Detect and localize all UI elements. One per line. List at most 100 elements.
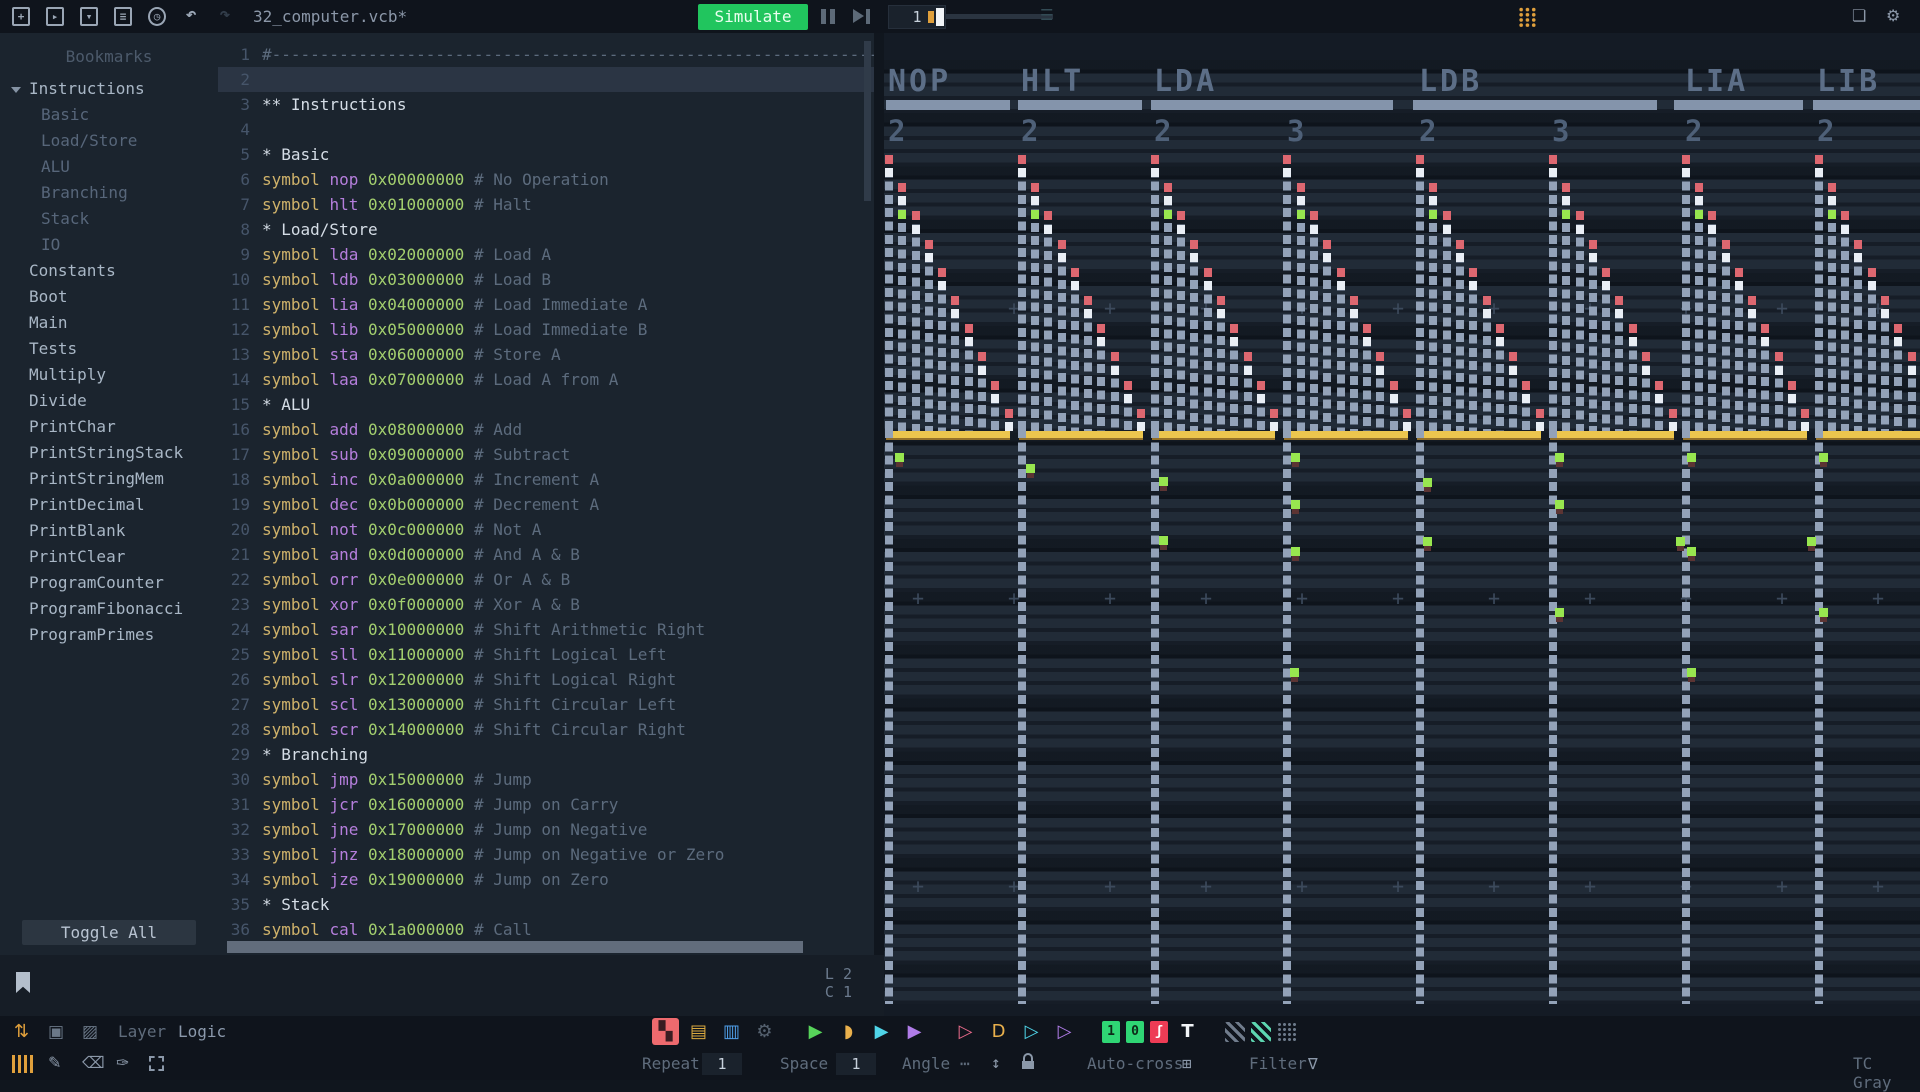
eraser-icon[interactable]: ⌫ xyxy=(82,1053,105,1072)
code-line[interactable]: 23symbol xor 0x0f000000 # Xor A & B xyxy=(218,592,874,617)
code-line[interactable]: 35* Stack xyxy=(218,892,874,917)
code-line[interactable]: 36symbol cal 0x1a000000 # Call xyxy=(218,917,874,942)
code-line[interactable]: 5* Basic xyxy=(218,142,874,167)
save-file-icon[interactable]: ▾ xyxy=(80,7,98,26)
tool-filler-gray[interactable] xyxy=(1225,1022,1245,1042)
code-line[interactable]: 24symbol sar 0x10000000 # Shift Arithmet… xyxy=(218,617,874,642)
toggle-all-button[interactable]: Toggle All xyxy=(22,920,196,945)
simulate-button[interactable]: Simulate xyxy=(698,4,808,30)
sidebar-item-main[interactable]: Main xyxy=(0,310,218,336)
tool-xor-gate[interactable]: ▶ xyxy=(901,1018,928,1045)
code-line[interactable]: 15* ALU xyxy=(218,392,874,417)
tool-nand-gate[interactable]: D xyxy=(985,1018,1012,1045)
code-line[interactable]: 22symbol orr 0x0e000000 # Or A & B xyxy=(218,567,874,592)
sidebar-item-printchar[interactable]: PrintChar xyxy=(0,414,218,440)
code-line[interactable]: 25symbol sll 0x11000000 # Shift Logical … xyxy=(218,642,874,667)
save-as-icon[interactable]: ≡ xyxy=(114,7,132,26)
tool-timer[interactable]: T xyxy=(1174,1018,1201,1045)
wrench-icon[interactable]: ⚙ xyxy=(1886,6,1900,25)
speed-slider-track[interactable] xyxy=(946,14,1053,19)
tool-filler-teal[interactable] xyxy=(1251,1022,1271,1042)
code-line[interactable]: 12symbol lib 0x05000000 # Load Immediate… xyxy=(218,317,874,342)
pause-icon[interactable] xyxy=(821,9,826,24)
angle-value[interactable]: ⋯ xyxy=(960,1054,970,1073)
sidebar-item-tests[interactable]: Tests xyxy=(0,336,218,362)
sidebar-item-programprimes[interactable]: ProgramPrimes xyxy=(0,622,218,648)
code-line[interactable]: 28symbol scr 0x14000000 # Shift Circular… xyxy=(218,717,874,742)
sidebar-item-instructions[interactable]: Instructions xyxy=(0,76,218,102)
sidebar-item-programcounter[interactable]: ProgramCounter xyxy=(0,570,218,596)
layer-alt-view-icon[interactable]: ▨ xyxy=(82,1022,98,1042)
open-file-icon[interactable]: ▸ xyxy=(46,7,64,26)
tool-and-gate[interactable]: ◗ xyxy=(835,1018,862,1045)
code-line[interactable]: 11symbol lia 0x04000000 # Load Immediate… xyxy=(218,292,874,317)
sidebar-item-multiply[interactable]: Multiply xyxy=(0,362,218,388)
code-line[interactable]: 9symbol lda 0x02000000 # Load A xyxy=(218,242,874,267)
tool-edit-traces[interactable]: ▚ xyxy=(652,1018,679,1045)
code-line[interactable]: 33symbol jnz 0x18000000 # Jump on Negati… xyxy=(218,842,874,867)
tool-layers[interactable]: ▤ xyxy=(685,1018,712,1045)
sidebar-item-io[interactable]: IO xyxy=(0,232,218,258)
autocross-icon[interactable]: ⊞ xyxy=(1182,1054,1192,1073)
code-editor[interactable]: 1#--------------------------------------… xyxy=(218,33,874,955)
picker-icon[interactable]: ✑ xyxy=(116,1053,129,1072)
layer-swap-icon[interactable]: ⇅ xyxy=(14,1021,29,1042)
speed-slider-handle[interactable] xyxy=(936,8,944,26)
code-line[interactable]: 18symbol inc 0x0a000000 # Increment A xyxy=(218,467,874,492)
tool-latch-on[interactable]: 1 xyxy=(1102,1021,1120,1043)
new-file-icon[interactable]: + xyxy=(12,7,30,26)
code-line[interactable]: 34symbol jze 0x19000000 # Jump on Zero xyxy=(218,867,874,892)
sidebar-item-printblank[interactable]: PrintBlank xyxy=(0,518,218,544)
sidebar-item-programfibonacci[interactable]: ProgramFibonacci xyxy=(0,596,218,622)
filter-funnel-icon[interactable]: ∇ xyxy=(1308,1054,1318,1073)
history-icon[interactable]: ◷ xyxy=(148,7,166,26)
code-line[interactable]: 20symbol not 0x0c000000 # Not A xyxy=(218,517,874,542)
code-line[interactable]: 7symbol hlt 0x01000000 # Halt xyxy=(218,192,874,217)
book-icon[interactable]: ❏ xyxy=(1852,6,1866,25)
editor-vertical-scrollbar[interactable] xyxy=(864,41,871,201)
code-line[interactable]: 6symbol nop 0x00000000 # No Operation xyxy=(218,167,874,192)
tool-xnor-gate[interactable]: ▷ xyxy=(1051,1018,1078,1045)
tool-buffer-gate[interactable]: ▶ xyxy=(802,1018,829,1045)
code-line[interactable]: 21symbol and 0x0d000000 # And A & B xyxy=(218,542,874,567)
code-line[interactable]: 14symbol laa 0x07000000 # Load A from A xyxy=(218,367,874,392)
step-icon[interactable] xyxy=(853,9,864,23)
tool-nor-gate[interactable]: ▷ xyxy=(1018,1018,1045,1045)
code-line[interactable]: 10symbol ldb 0x03000000 # Load B xyxy=(218,267,874,292)
pause-icon[interactable] xyxy=(830,9,835,24)
code-line[interactable]: 16symbol add 0x08000000 # Add xyxy=(218,417,874,442)
bookmark-icon[interactable] xyxy=(16,972,30,993)
tool-not-gate[interactable]: ▷ xyxy=(952,1018,979,1045)
code-line[interactable]: 32symbol jne 0x17000000 # Jump on Negati… xyxy=(218,817,874,842)
sidebar-item-load/store[interactable]: Load/Store xyxy=(0,128,218,154)
code-line[interactable]: 30symbol jmp 0x15000000 # Jump xyxy=(218,767,874,792)
code-line[interactable]: 29* Branching xyxy=(218,742,874,767)
space-input[interactable]: 1 xyxy=(836,1053,876,1075)
sidebar-item-stack[interactable]: Stack xyxy=(0,206,218,232)
sidebar-item-printstringmem[interactable]: PrintStringMem xyxy=(0,466,218,492)
code-line[interactable]: 27symbol scl 0x13000000 # Shift Circular… xyxy=(218,692,874,717)
collapse-arrow-icon[interactable] xyxy=(11,87,21,93)
sidebar-item-printstringstack[interactable]: PrintStringStack xyxy=(0,440,218,466)
sidebar-item-alu[interactable]: ALU xyxy=(0,154,218,180)
circuit-canvas[interactable]: NOPHLTLDALDBLIALIB22232322++++++++++++++… xyxy=(884,33,1920,1016)
code-line[interactable]: 8* Load/Store xyxy=(218,217,874,242)
tune-icon[interactable]: ☰ xyxy=(1040,6,1053,24)
code-line[interactable]: 19symbol dec 0x0b000000 # Decrement A xyxy=(218,492,874,517)
component-grid-icon[interactable] xyxy=(1518,7,1537,27)
sidebar-item-branching[interactable]: Branching xyxy=(0,180,218,206)
redo-icon[interactable]: ↷ xyxy=(216,7,234,26)
editor-horizontal-scrollbar[interactable] xyxy=(227,941,803,953)
code-line[interactable]: 17symbol sub 0x09000000 # Subtract xyxy=(218,442,874,467)
layer-bars-icon[interactable] xyxy=(12,1055,34,1073)
tool-annotation[interactable]: ▥ xyxy=(718,1018,745,1045)
tool-or-gate[interactable]: ▶ xyxy=(868,1018,895,1045)
tool-random[interactable]: ʃ xyxy=(1150,1021,1168,1043)
sidebar-item-constants[interactable]: Constants xyxy=(0,258,218,284)
code-line[interactable]: 1#--------------------------------------… xyxy=(218,42,874,67)
sidebar-item-boot[interactable]: Boot xyxy=(0,284,218,310)
tool-mesh[interactable]: ⚙ xyxy=(751,1018,778,1045)
tool-latch-off[interactable]: 0 xyxy=(1126,1021,1144,1043)
code-line[interactable]: 4 xyxy=(218,117,874,142)
code-line[interactable]: 2 xyxy=(218,67,874,92)
